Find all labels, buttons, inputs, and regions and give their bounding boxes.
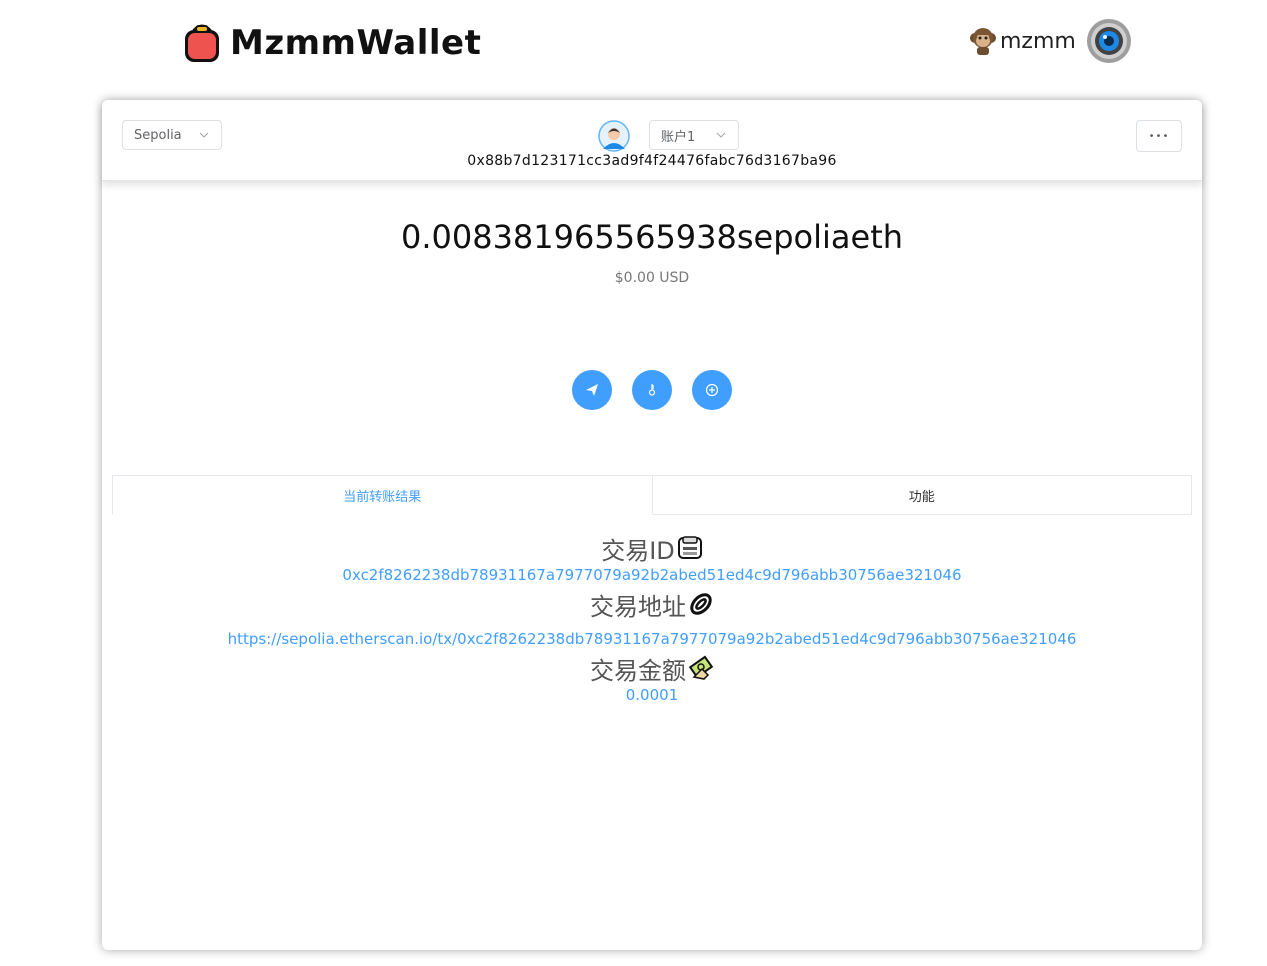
tab-features[interactable]: 功能 — [652, 475, 1192, 515]
monkey-icon — [970, 28, 996, 55]
transfer-result: 交易ID 0xc2f8262238db78931167a7977079a92b2… — [102, 530, 1202, 704]
app-title: MzmmWallet — [230, 23, 482, 63]
tab-bar: 当前转账结果 功能 — [112, 475, 1192, 515]
tx-id-label: 交易ID — [601, 536, 675, 565]
account-address[interactable]: 0x88b7d123171cc3ad9f4f24476fabc76d3167ba… — [102, 153, 1202, 169]
user-menu[interactable]: mzmm — [968, 18, 1132, 64]
camera-lens-icon[interactable] — [1086, 18, 1132, 64]
card-header: Sepolia 账户1 0x88b7d123171cc3ad9f4f24476f… — [102, 100, 1202, 181]
tx-amount-heading: 交易金额 — [102, 650, 1202, 686]
tx-amount-label: 交易金额 — [590, 656, 686, 685]
balance-amount: 0.008381965565938sepoliaeth — [400, 218, 904, 256]
tx-id-value[interactable]: 0xc2f8262238db78931167a7977079a92b2abed5… — [102, 566, 1202, 584]
link-icon — [690, 593, 712, 615]
tx-amount-value: 0.0001 — [625, 686, 679, 704]
network-select[interactable]: Sepolia — [122, 120, 222, 150]
wallet-card: Sepolia 账户1 0x88b7d123171cc3ad9f4f24476f… — [102, 100, 1202, 950]
wallet-icon — [185, 24, 219, 62]
key-icon — [648, 384, 656, 396]
tx-id-heading: 交易ID — [102, 530, 1202, 566]
send-icon — [586, 384, 598, 396]
tx-url-value[interactable]: https://sepolia.etherscan.io/tx/0xc2f826… — [102, 630, 1202, 648]
account-select[interactable]: 账户1 — [649, 120, 739, 150]
chevron-down-icon — [199, 132, 209, 138]
tx-url-label: 交易地址 — [590, 592, 686, 621]
account-select-value: 账户1 — [661, 129, 696, 145]
money-icon — [688, 655, 714, 680]
tab-transfer-result[interactable]: 当前转账结果 — [112, 475, 653, 515]
more-button[interactable]: ••• — [1136, 120, 1182, 152]
chevron-down-icon — [716, 132, 726, 138]
action-buttons — [572, 370, 732, 410]
add-circle-icon — [705, 383, 719, 397]
username: mzmm — [1000, 28, 1076, 54]
id-card-icon — [677, 536, 702, 559]
add-button[interactable] — [692, 370, 732, 410]
app-logo[interactable]: MzmmWallet — [182, 22, 481, 64]
key-button[interactable] — [632, 370, 672, 410]
account-avatar — [598, 120, 630, 152]
send-button[interactable] — [572, 370, 612, 410]
network-select-value: Sepolia — [134, 127, 182, 143]
top-bar: MzmmWallet mzmm — [0, 0, 1267, 90]
tx-url-heading: 交易地址 — [102, 586, 1202, 622]
balance-usd: $0.00 USD — [614, 270, 690, 286]
